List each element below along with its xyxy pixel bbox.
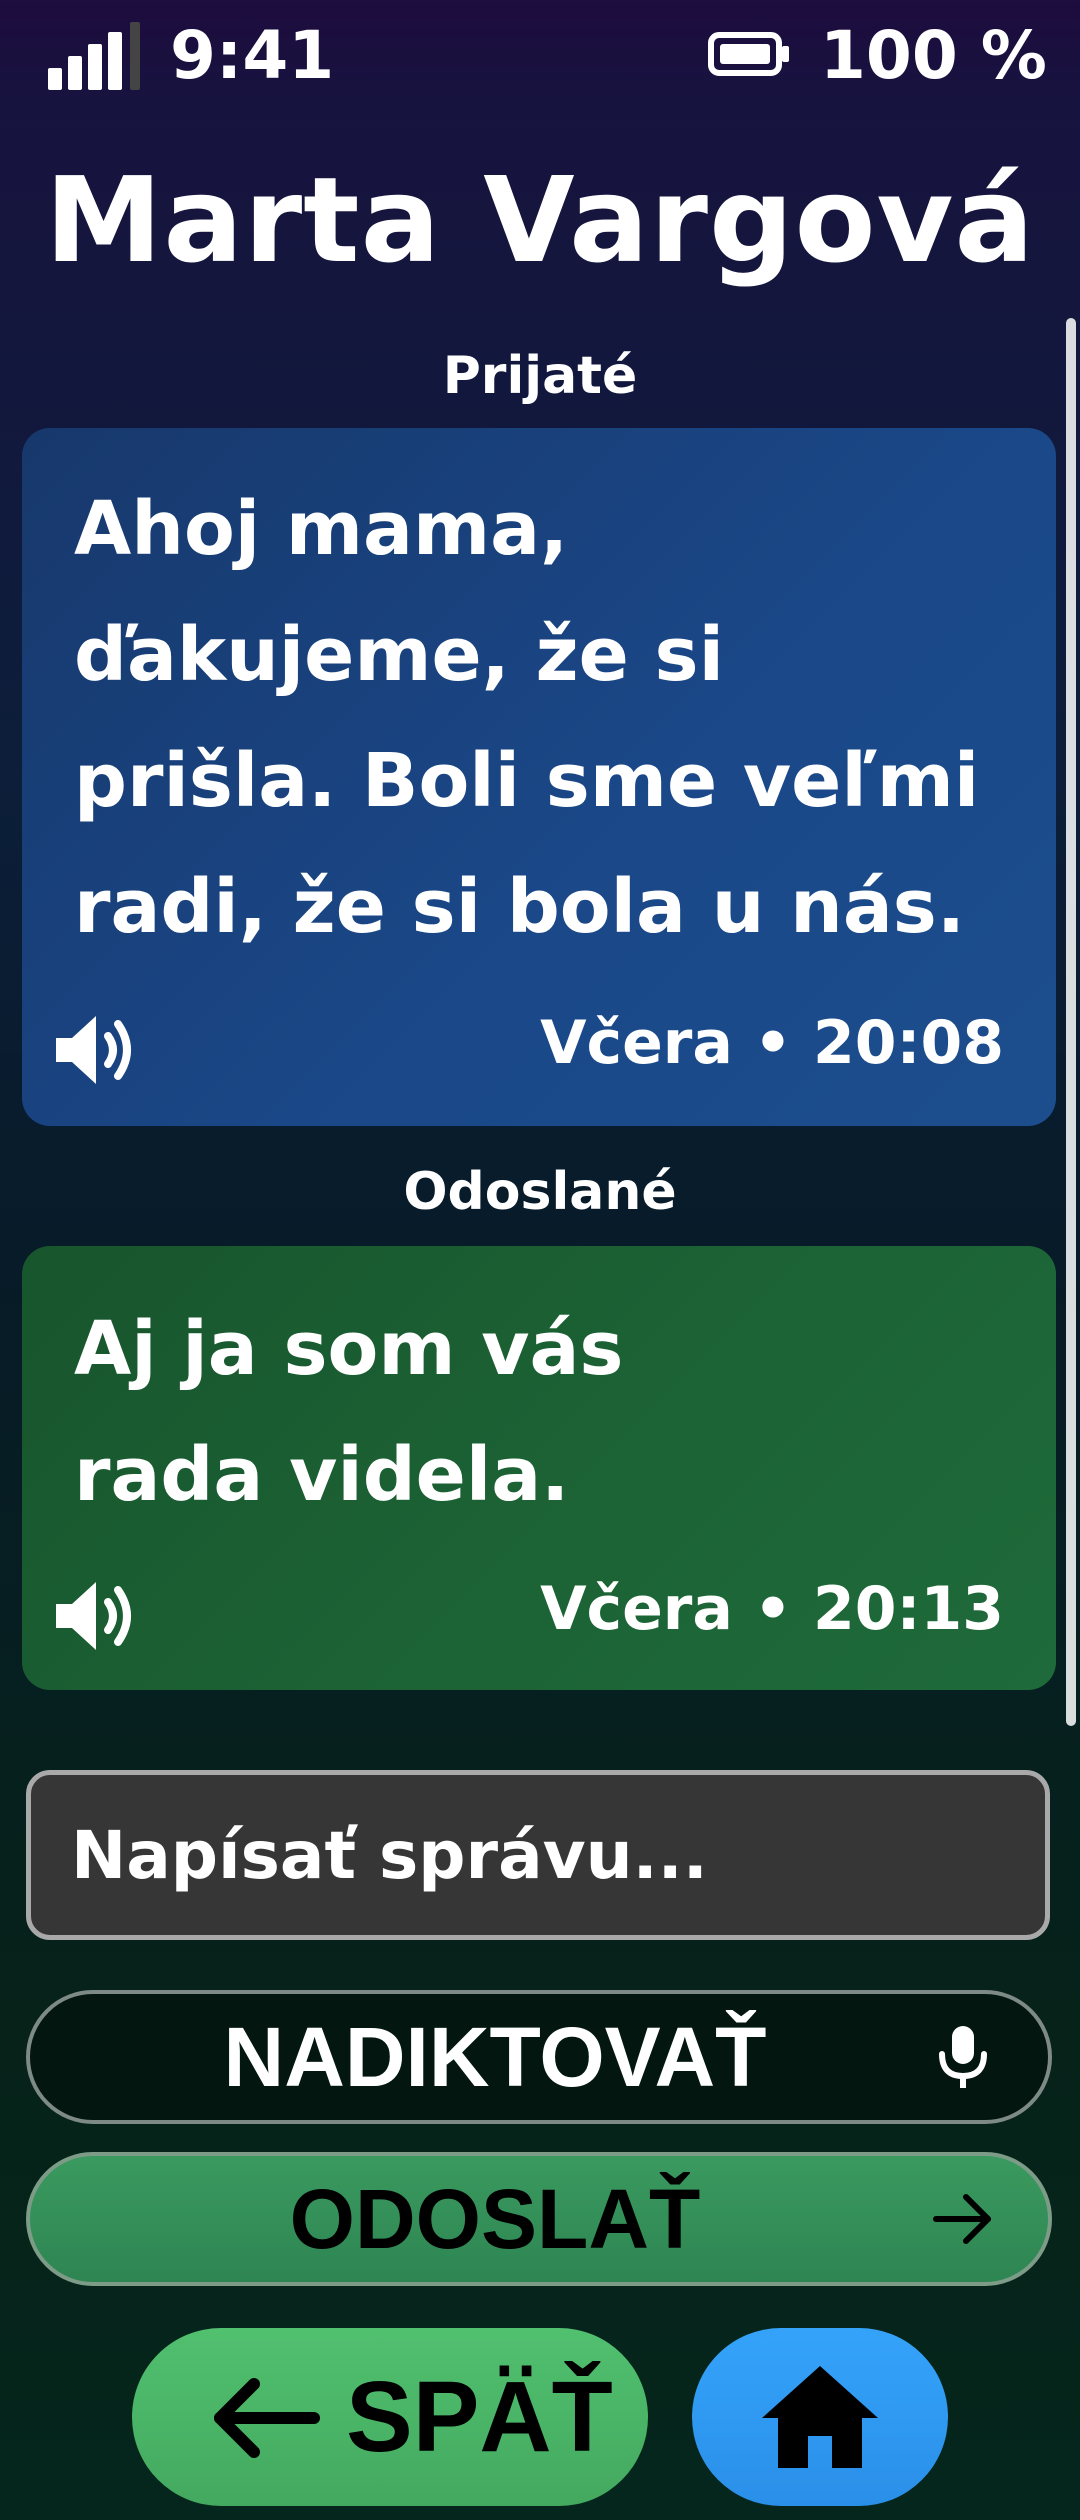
home-button[interactable]: [692, 2328, 948, 2506]
sent-message-text: Aj ja som vás rada videla.: [74, 1286, 1016, 1538]
sent-message-bubble: Aj ja som vás rada videla. Včera • 20:13: [22, 1246, 1056, 1690]
received-section-label: Prijaté: [442, 346, 638, 406]
message-line: radi, že si bola u nás.: [74, 864, 965, 950]
send-button-label: ODOSLAŤ: [289, 2172, 701, 2266]
contact-name-title: Marta Vargová: [44, 151, 1036, 289]
received-message-text: Ahoj mama, ďakujeme, že si prišla. Boli …: [74, 466, 1016, 970]
message-timestamp: Včera • 20:13: [540, 1574, 1004, 1644]
conversation-scrollbar[interactable]: [1066, 318, 1076, 1726]
received-message-bubble: Ahoj mama, ďakujeme, že si prišla. Boli …: [22, 428, 1056, 1126]
message-line: Aj ja som vás: [74, 1306, 624, 1392]
signal-bars-icon: [48, 22, 148, 90]
message-line: rada videla.: [74, 1432, 570, 1518]
arrow-left-icon: [214, 2378, 320, 2458]
home-icon: [762, 2366, 878, 2468]
message-input[interactable]: [26, 1770, 1050, 1940]
battery-percent: 100 %: [820, 17, 1047, 94]
back-button-label: SPÄŤ: [346, 2361, 613, 2473]
arrow-right-icon: [933, 2194, 991, 2244]
message-line: Ahoj mama,: [74, 486, 569, 572]
speaker-icon[interactable]: [52, 1576, 140, 1656]
battery-icon: [708, 32, 789, 76]
send-button[interactable]: ODOSLAŤ: [26, 2152, 1052, 2286]
status-time: 9:41: [170, 17, 335, 94]
status-bar: 9:41 100 %: [0, 0, 1080, 110]
dictate-button-label: NADIKTOVAŤ: [223, 2010, 767, 2104]
dictate-button[interactable]: NADIKTOVAŤ: [26, 1990, 1052, 2124]
message-line: ďakujeme, že si: [74, 612, 724, 698]
back-button[interactable]: SPÄŤ: [132, 2328, 648, 2506]
speaker-icon[interactable]: [52, 1010, 140, 1090]
message-timestamp: Včera • 20:08: [540, 1008, 1004, 1078]
microphone-icon: [939, 2026, 987, 2088]
sent-section-label: Odoslané: [403, 1162, 677, 1222]
message-line: prišla. Boli sme veľmi: [74, 738, 980, 824]
